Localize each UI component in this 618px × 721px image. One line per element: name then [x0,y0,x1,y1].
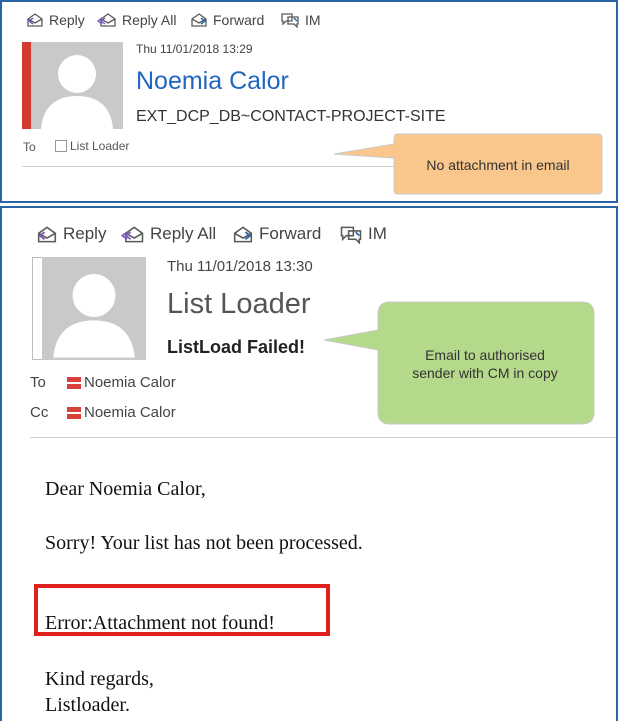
sender-name[interactable]: Noemia Calor [136,67,289,96]
im-label: IM [368,224,387,243]
im-icon [280,12,300,28]
reply-all-icon [97,12,117,28]
to-label: To [30,374,46,391]
reply-all-label: Reply All [122,12,177,28]
reply-all-icon [121,225,145,244]
email-subject: EXT_DCP_DB~CONTACT-PROJECT-SITE [136,108,446,125]
body-signature: Listloader. [45,694,130,716]
forward-icon [190,12,208,28]
to-recipient-name: List Loader [70,139,130,153]
avatar [31,42,123,129]
reply-button[interactable]: Reply [36,224,106,244]
avatar-frame [32,257,42,360]
to-recipient[interactable]: Noemia Calor [67,374,176,391]
category-color-bar [22,42,31,129]
callout-no-attachment: No attachment in email [426,157,570,173]
divider [30,437,616,438]
reply-all-button[interactable]: Reply All [121,224,216,244]
forward-icon [232,225,254,244]
body-message: Sorry! Your list has not been processed. [45,532,363,554]
reply-all-label: Reply All [150,224,217,243]
to-recipient-name: Noemia Calor [84,374,176,391]
forward-label: Forward [259,224,322,243]
forward-button[interactable]: Forward [232,224,321,244]
callout-line-1: Email to authorised [425,347,545,363]
forward-label: Forward [213,12,265,28]
reply-button[interactable]: Reply [26,12,85,28]
contact-icon [67,377,81,390]
im-button[interactable]: IM [339,224,387,244]
callout-line-2: sender with CM in copy [412,365,558,381]
body-error: Error:Attachment not found! [45,612,275,634]
reply-all-button[interactable]: Reply All [97,12,176,28]
email-datetime: Thu 11/01/2018 13:30 [167,258,313,275]
to-label: To [23,140,36,154]
contact-icon [67,407,81,420]
to-recipient[interactable]: List Loader [55,139,129,153]
email-datetime: Thu 11/01/2018 13:29 [136,42,253,56]
forward-button[interactable]: Forward [190,12,264,28]
im-button[interactable]: IM [280,12,321,28]
im-label: IM [305,12,321,28]
cc-label: Cc [30,404,49,421]
reply-icon [26,12,44,28]
body-greeting: Dear Noemia Calor, [45,478,206,500]
avatar [42,257,146,360]
callout-authorised-sender: Email to authorised sender with CM in co… [380,346,590,382]
reply-label: Reply [49,12,85,28]
sender-name[interactable]: List Loader [167,288,311,321]
cc-recipient-name: Noemia Calor [84,404,176,421]
checkbox-icon [55,140,67,152]
reply-icon [36,225,58,244]
email-subject: ListLoad Failed! [167,337,306,357]
cc-recipient[interactable]: Noemia Calor [67,404,176,421]
reply-label: Reply [63,224,107,243]
im-icon [339,225,363,244]
body-closing: Kind regards, [45,668,154,690]
